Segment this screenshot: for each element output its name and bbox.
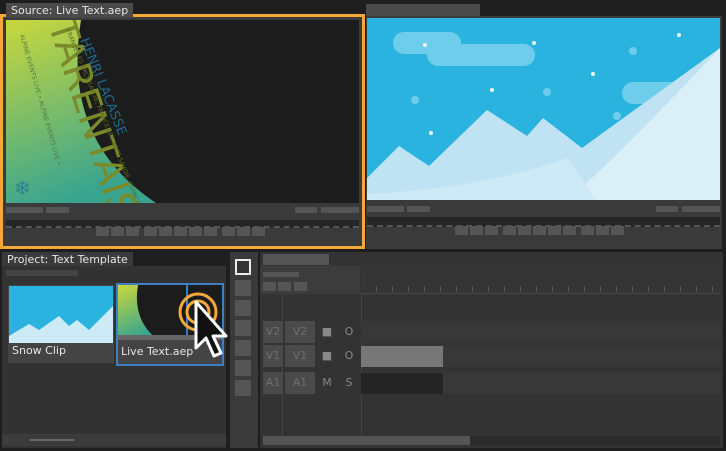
track-id[interactable]: V1 — [263, 345, 283, 367]
playback-button[interactable] — [126, 227, 139, 236]
tool-button[interactable] — [235, 280, 251, 296]
tools-panel — [230, 252, 258, 448]
playback-button[interactable] — [237, 227, 250, 236]
timecode-bar — [6, 207, 43, 213]
scrollbar-thumb[interactable] — [263, 436, 470, 445]
timecode-bar — [656, 206, 678, 212]
playback-button[interactable] — [533, 226, 546, 235]
timecode-bar — [46, 207, 69, 213]
timeline-scrollbar[interactable] — [263, 436, 720, 445]
item-label: Snow Clip — [12, 344, 66, 357]
playback-button[interactable] — [204, 227, 217, 236]
snowflake-icon: ❄ — [14, 176, 31, 200]
timecode-bar — [682, 206, 720, 212]
timeline-button[interactable] — [278, 282, 291, 291]
playback-button[interactable] — [611, 226, 624, 235]
playback-button[interactable] — [159, 227, 172, 236]
timecode-bar — [321, 207, 359, 213]
playback-button[interactable] — [503, 226, 516, 235]
track-target[interactable]: V2 — [285, 321, 315, 343]
playback-button[interactable] — [252, 227, 265, 236]
playback-button[interactable] — [470, 226, 483, 235]
timecode — [263, 272, 299, 277]
program-video — [367, 18, 720, 200]
tool-button[interactable] — [235, 300, 251, 316]
search-bar[interactable] — [6, 270, 78, 276]
snow-scene — [367, 18, 720, 200]
zoom-slider[interactable] — [30, 439, 74, 441]
playback-button[interactable] — [581, 226, 594, 235]
track-b2[interactable]: O — [339, 345, 359, 367]
project-tab[interactable]: Project: Text Template — [2, 252, 133, 266]
source-video: TARENTAIS HENRI LACASSE FRANCE·LES ARCS … — [6, 20, 359, 203]
playback-button[interactable] — [548, 226, 561, 235]
track-lane[interactable] — [361, 321, 721, 343]
tool-button[interactable] — [235, 320, 251, 336]
track-header-V1: V1 V1 ■ O — [263, 345, 361, 367]
playback-button[interactable] — [485, 226, 498, 235]
track-b1[interactable]: M — [317, 372, 337, 394]
track-target[interactable]: A1 — [285, 372, 315, 394]
playback-button[interactable] — [111, 227, 124, 236]
program-panel — [366, 16, 722, 249]
a1-clip[interactable] — [361, 373, 443, 394]
playback-button[interactable] — [174, 227, 187, 236]
timecode-bar — [295, 207, 317, 213]
playback-button[interactable] — [222, 227, 235, 236]
snow-clip-thumbnail — [9, 286, 113, 343]
project-footer — [2, 434, 226, 446]
track-b2[interactable]: S — [339, 372, 359, 394]
playback-button[interactable] — [596, 226, 609, 235]
timeline-tab[interactable] — [263, 254, 329, 265]
live-text-artwork: TARENTAIS HENRI LACASSE FRANCE·LES ARCS … — [6, 20, 156, 203]
playback-button[interactable] — [144, 227, 157, 236]
pointer-cursor-icon — [178, 292, 228, 358]
timecode-bar — [367, 206, 404, 212]
tool-button[interactable] — [235, 360, 251, 376]
source-panel: TARENTAIS HENRI LACASSE FRANCE·LES ARCS … — [0, 14, 365, 249]
track-id[interactable]: V2 — [263, 321, 283, 343]
track-id[interactable]: A1 — [263, 372, 283, 394]
playback-button[interactable] — [563, 226, 576, 235]
track-header-A1: A1 A1 M S — [263, 372, 361, 394]
track-target[interactable]: V1 — [285, 345, 315, 367]
track-b1[interactable]: ■ — [317, 321, 337, 343]
track-header-V2: V2 V2 ■ O — [263, 321, 361, 343]
track-b2[interactable]: O — [339, 321, 359, 343]
timeline-button[interactable] — [263, 282, 276, 291]
tool-button[interactable] — [235, 380, 251, 396]
track-b1[interactable]: ■ — [317, 345, 337, 367]
project-item-snow-clip[interactable]: Snow Clip — [8, 285, 114, 363]
timeline-button[interactable] — [294, 282, 307, 291]
timecode-bar — [407, 206, 430, 212]
time-ruler[interactable] — [361, 266, 721, 294]
selection-tool[interactable] — [235, 259, 251, 275]
playback-button[interactable] — [189, 227, 202, 236]
tool-button[interactable] — [235, 340, 251, 356]
playback-button[interactable] — [455, 226, 468, 235]
timeline-panel: V2 V2 ■ O V1 V1 ■ O A1 A1 M S — [260, 252, 723, 448]
program-tab[interactable] — [366, 4, 480, 16]
playback-button[interactable] — [96, 227, 109, 236]
source-tab[interactable]: Source: Live Text.aep — [6, 3, 134, 18]
v1-clip[interactable] — [361, 346, 443, 367]
playback-button[interactable] — [518, 226, 531, 235]
